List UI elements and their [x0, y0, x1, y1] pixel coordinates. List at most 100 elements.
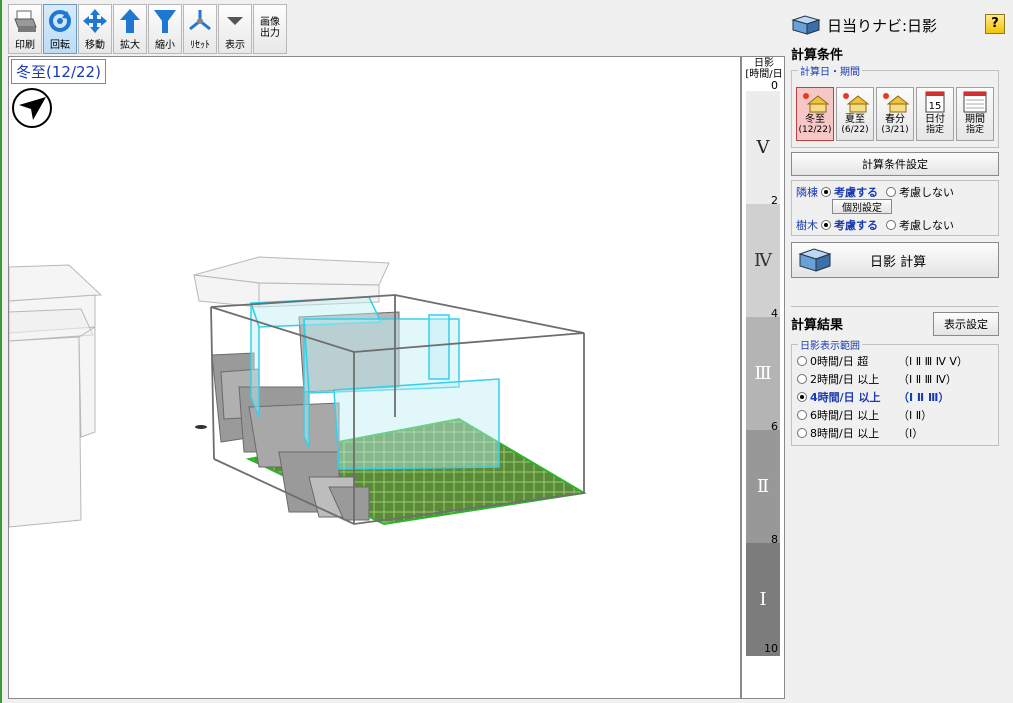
display-settings-button[interactable]: 表示設定	[933, 312, 999, 336]
summer-solstice-icon	[843, 93, 870, 113]
scale-tick: 6	[771, 420, 778, 433]
range-group: 日影表示範囲 0時間/日 超 （Ⅰ Ⅱ Ⅲ Ⅳ Ⅴ） 2時間/日 以上 （Ⅰ Ⅱ Ⅲ …	[791, 337, 999, 446]
shadow-marker	[195, 425, 207, 429]
scale-tick: 4	[771, 307, 778, 320]
results-heading: 計算結果	[791, 318, 844, 333]
display-menu-icon	[227, 17, 243, 25]
image-output-label-2: 出力	[260, 28, 280, 39]
range-group-label: 日影表示範囲	[798, 337, 862, 352]
zoom-in-button[interactable]: 拡大	[113, 4, 147, 54]
date-button-sub: 指定	[925, 125, 944, 135]
date-group: 計算日・期間 冬至 (12/22) 夏至 (6/22) 春分 (3/21) 15 日付 指定 期間…	[791, 63, 999, 148]
date-button-label: 期間	[965, 114, 985, 125]
range-radio[interactable]	[797, 428, 807, 438]
printer-icon	[14, 10, 37, 32]
neighbor-label: 隣棟	[796, 186, 818, 199]
tree-consider-label: 考慮する	[834, 219, 878, 232]
date-button-sub: (3/21)	[881, 125, 909, 135]
tree-not-consider-radio[interactable]	[886, 220, 896, 230]
zoom-out-label: 縮小	[155, 40, 175, 51]
neighbor-consider-label: 考慮する	[834, 186, 878, 199]
period-calendar-icon	[963, 91, 987, 113]
range-roman: （Ⅰ Ⅱ）	[898, 409, 933, 422]
range-option-2[interactable]: 2時間/日 以上 （Ⅰ Ⅱ Ⅲ Ⅳ）	[794, 371, 957, 387]
range-option-1[interactable]: 0時間/日 超 （Ⅰ Ⅱ Ⅲ Ⅳ Ⅴ）	[794, 353, 968, 369]
3d-viewport[interactable]: 冬至(12/22)	[8, 56, 741, 699]
consideration-group: 隣棟 考慮する 考慮しない 個別設定 樹木 考慮する 考慮しない	[791, 180, 999, 236]
date-button-label: 夏至	[845, 114, 865, 125]
date-button-sub: (6/22)	[841, 125, 869, 135]
3d-scene	[9, 256, 587, 528]
range-option-5[interactable]: 8時間/日 以上 （Ⅰ）	[794, 425, 923, 441]
date-button-label: 春分	[885, 114, 905, 125]
image-output-label-1: 画像	[260, 17, 280, 28]
panel-title: 日当りナビ:日影	[827, 16, 938, 35]
help-button[interactable]: ?	[985, 14, 1005, 34]
scale-band: Ⅰ	[746, 543, 780, 656]
scale-band: Ⅴ	[746, 91, 780, 204]
date-button-label: 冬至	[805, 114, 825, 125]
date-button-4[interactable]: 15 日付 指定	[916, 87, 954, 141]
neighbor-house-left	[9, 264, 103, 528]
range-label: 8時間/日 以上	[810, 427, 880, 440]
range-radio[interactable]	[797, 374, 807, 384]
tree-row: 樹木 考慮する 考慮しない	[796, 217, 954, 233]
date-button-1[interactable]: 冬至 (12/22)	[796, 87, 834, 141]
sun-navi-panel: 日当りナビ:日影 ? 計算条件 計算日・期間 冬至 (12/22) 夏至 (6/22)…	[787, 6, 1009, 700]
shadow-calc-button[interactable]: 日影 計算	[791, 242, 999, 278]
image-output-button[interactable]: 画像 出力	[253, 4, 287, 54]
range-radio[interactable]	[797, 356, 807, 366]
range-roman: （Ⅰ）	[898, 427, 924, 440]
divider	[791, 306, 999, 307]
neighbor-row: 隣棟 考慮する 考慮しない	[796, 184, 954, 200]
reset-button[interactable]: ﾘｾｯﾄ	[183, 4, 217, 54]
scale-tick: 10	[764, 642, 778, 655]
equinox-icon	[883, 93, 910, 113]
zoom-in-label: 拡大	[120, 40, 140, 51]
range-roman: （Ⅰ Ⅱ Ⅲ Ⅳ）	[898, 373, 957, 386]
date-button-5[interactable]: 期間 指定	[956, 87, 994, 141]
range-radio[interactable]	[797, 392, 807, 402]
neighbor-not-consider-radio[interactable]	[886, 187, 896, 197]
shadow-calc-label: 日影 計算	[870, 254, 927, 270]
range-label: 2時間/日 以上	[810, 373, 880, 386]
scale-band: Ⅲ	[746, 317, 780, 430]
scale-title: 日影 [時間/日	[742, 58, 786, 80]
scale-title-line1: 日影	[754, 58, 774, 69]
range-option-3[interactable]: 4時間/日 以上 （Ⅰ Ⅱ Ⅲ）	[794, 389, 949, 405]
scale-tick: 0	[771, 79, 778, 92]
neighbor-consider-radio[interactable]	[821, 187, 831, 197]
range-label: 4時間/日 以上	[810, 391, 881, 404]
rotate-label: 回転	[50, 40, 70, 51]
individual-settings-button[interactable]: 個別設定	[832, 199, 892, 214]
date-button-label: 日付	[925, 114, 945, 125]
scale-title-line2: [時間/日	[745, 69, 783, 80]
date-button-3[interactable]: 春分 (3/21)	[876, 87, 914, 141]
tree-label: 樹木	[796, 219, 818, 232]
shadow-scale-legend: 日影 [時間/日 ⅤⅣⅢⅡⅠ 0 2 4 6 8 10	[741, 56, 785, 699]
display-button[interactable]: 表示	[218, 4, 252, 54]
rotate-button[interactable]: 回転	[43, 4, 77, 54]
rotate-icon	[49, 10, 71, 32]
range-label: 6時間/日 以上	[810, 409, 880, 422]
scale-tick: 2	[771, 194, 778, 207]
range-roman: （Ⅰ Ⅱ Ⅲ Ⅳ Ⅴ）	[898, 355, 968, 368]
range-radio[interactable]	[797, 410, 807, 420]
date-calendar-icon: 15	[925, 91, 945, 113]
display-label: 表示	[225, 40, 245, 51]
date-group-label: 計算日・期間	[798, 63, 862, 78]
date-button-sub: (12/22)	[798, 125, 832, 135]
calc-settings-button[interactable]: 計算条件設定	[791, 152, 999, 176]
move-button[interactable]: 移動	[78, 4, 112, 54]
move-icon	[83, 9, 107, 33]
print-button[interactable]: 印刷	[8, 4, 42, 54]
conditions-heading: 計算条件	[791, 48, 844, 63]
date-button-2[interactable]: 夏至 (6/22)	[836, 87, 874, 141]
neighbor-not-consider-label: 考慮しない	[899, 186, 954, 199]
zoom-out-button[interactable]: 縮小	[148, 4, 182, 54]
range-option-4[interactable]: 6時間/日 以上 （Ⅰ Ⅱ）	[794, 407, 932, 423]
panel-title-bar: 日当りナビ:日影	[791, 14, 937, 36]
scale-tick: 8	[771, 533, 778, 546]
tree-consider-radio[interactable]	[821, 220, 831, 230]
zoom-in-icon	[120, 9, 140, 33]
